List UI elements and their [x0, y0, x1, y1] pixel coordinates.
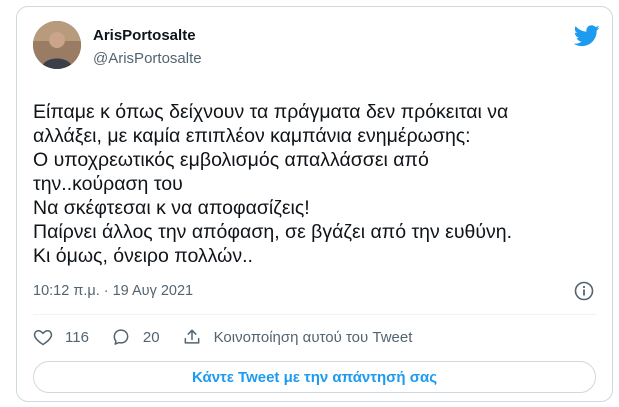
info-icon[interactable]: [574, 281, 594, 301]
divider: [33, 314, 596, 315]
share-label: Κοινοποίηση αυτού του Tweet: [213, 328, 413, 346]
share-button[interactable]: Κοινοποίηση αυτού του Tweet: [182, 327, 413, 347]
share-icon: [184, 329, 200, 344]
heart-icon: [33, 330, 53, 346]
twitter-bird-icon[interactable]: [574, 25, 600, 47]
tweet-card: ArisPortosalte @ArisPortosalte Είπαμε κ …: [16, 6, 613, 402]
author-handle[interactable]: @ArisPortosalte: [93, 50, 202, 67]
tweet-text: Είπαμε κ όπως δείχνουν τα πράγματα δεν π…: [33, 101, 513, 267]
reply-tweet-button[interactable]: Κάντε Tweet με την απάντησή σας: [33, 361, 596, 393]
tweet-timestamp[interactable]: 10:12 π.μ. · 19 Αυγ 2021: [33, 283, 193, 299]
reply-count-button[interactable]: 20: [111, 327, 160, 347]
like-button[interactable]: 116: [33, 327, 89, 347]
like-count: 116: [65, 328, 89, 346]
reply-icon: [113, 329, 129, 345]
author-name[interactable]: ArisPortosalte: [93, 27, 196, 44]
reply-count: 20: [142, 328, 160, 346]
avatar[interactable]: [33, 21, 81, 69]
action-bar: 116 20 Κοινοποίηση αυτού του Tweet: [33, 325, 434, 349]
